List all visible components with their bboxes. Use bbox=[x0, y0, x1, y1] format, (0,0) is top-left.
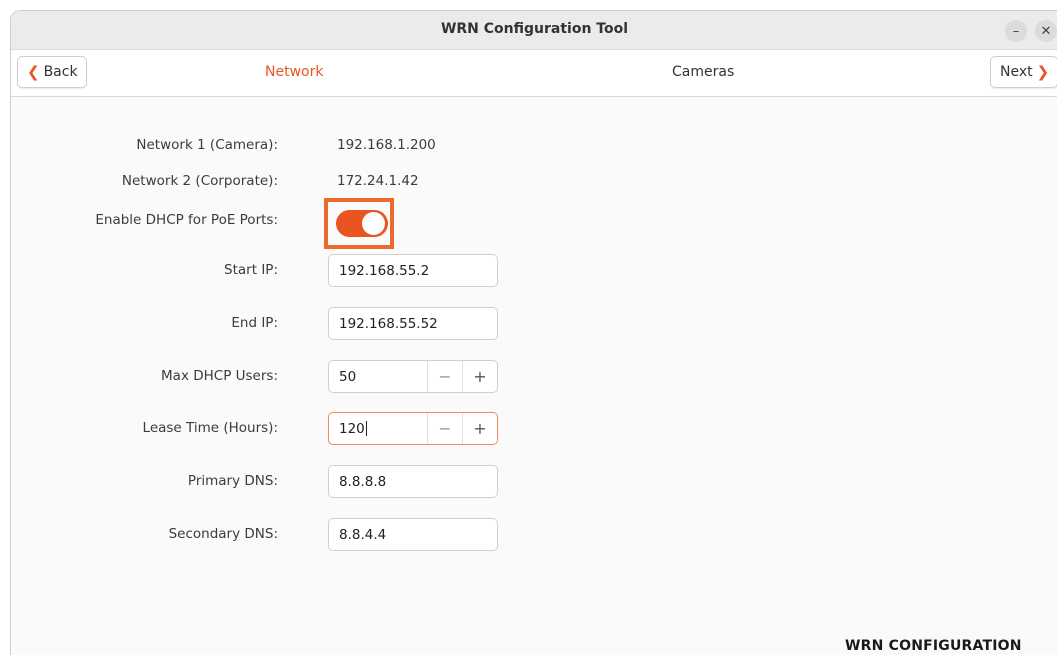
text-cursor bbox=[365, 421, 367, 436]
network2-value: 172.24.1.42 bbox=[337, 173, 419, 189]
tab-cameras[interactable]: Cameras bbox=[672, 64, 734, 80]
toggle-knob bbox=[362, 212, 385, 235]
end-ip-input[interactable]: 192.168.55.52 bbox=[328, 307, 498, 340]
navigation-bar: ❮ Back Network Cameras Next ❯ bbox=[11, 50, 1057, 97]
secondary-dns-input[interactable]: 8.8.4.4 bbox=[328, 518, 498, 551]
brand-logo-text: WRN CONFIGURATION TOOL bbox=[845, 638, 1022, 655]
dhcp-toggle-switch[interactable] bbox=[336, 210, 388, 237]
max-users-decrement-button[interactable]: − bbox=[427, 361, 462, 392]
max-users-increment-button[interactable]: + bbox=[462, 361, 497, 392]
secondary-dns-label: Secondary DNS: bbox=[168, 526, 278, 542]
start-ip-input[interactable]: 192.168.55.2 bbox=[328, 254, 498, 287]
lease-time-value: 120 bbox=[339, 420, 365, 437]
primary-dns-input[interactable]: 8.8.8.8 bbox=[328, 465, 498, 498]
close-button[interactable]: ✕ bbox=[1035, 20, 1057, 42]
tab-network[interactable]: Network bbox=[265, 64, 323, 80]
lease-time-increment-button[interactable]: + bbox=[462, 413, 497, 444]
back-button-label: Back bbox=[43, 64, 78, 80]
back-button[interactable]: ❮ Back bbox=[17, 56, 87, 88]
network-settings-panel: Network 1 (Camera): 192.168.1.200 Networ… bbox=[11, 97, 1057, 655]
app-window: WRN Configuration Tool – ✕ ❮ Back Networ… bbox=[10, 10, 1057, 655]
network2-label: Network 2 (Corporate): bbox=[121, 173, 278, 189]
window-title: WRN Configuration Tool bbox=[440, 21, 629, 37]
chevron-right-icon: ❯ bbox=[1036, 63, 1050, 81]
end-ip-label: End IP: bbox=[231, 315, 278, 331]
lease-time-stepper: 120 − + bbox=[328, 412, 498, 445]
title-bar: WRN Configuration Tool – ✕ bbox=[11, 11, 1057, 50]
network1-label: Network 1 (Camera): bbox=[136, 137, 278, 153]
max-dhcp-users-stepper: 50 − + bbox=[328, 360, 498, 393]
start-ip-label: Start IP: bbox=[224, 262, 278, 278]
lease-time-input[interactable]: 120 bbox=[339, 421, 427, 437]
lease-time-label: Lease Time (Hours): bbox=[142, 420, 278, 436]
dhcp-toggle-label: Enable DHCP for PoE Ports: bbox=[95, 212, 278, 228]
network1-value: 192.168.1.200 bbox=[337, 137, 436, 153]
next-button-label: Next bbox=[1000, 64, 1033, 80]
max-dhcp-users-input[interactable]: 50 bbox=[339, 369, 427, 385]
max-dhcp-users-label: Max DHCP Users: bbox=[161, 368, 278, 384]
lease-time-decrement-button[interactable]: − bbox=[427, 413, 462, 444]
next-button[interactable]: Next ❯ bbox=[990, 56, 1057, 88]
primary-dns-label: Primary DNS: bbox=[187, 473, 278, 489]
chevron-left-icon: ❮ bbox=[27, 63, 40, 81]
minimize-button[interactable]: – bbox=[1005, 20, 1027, 42]
